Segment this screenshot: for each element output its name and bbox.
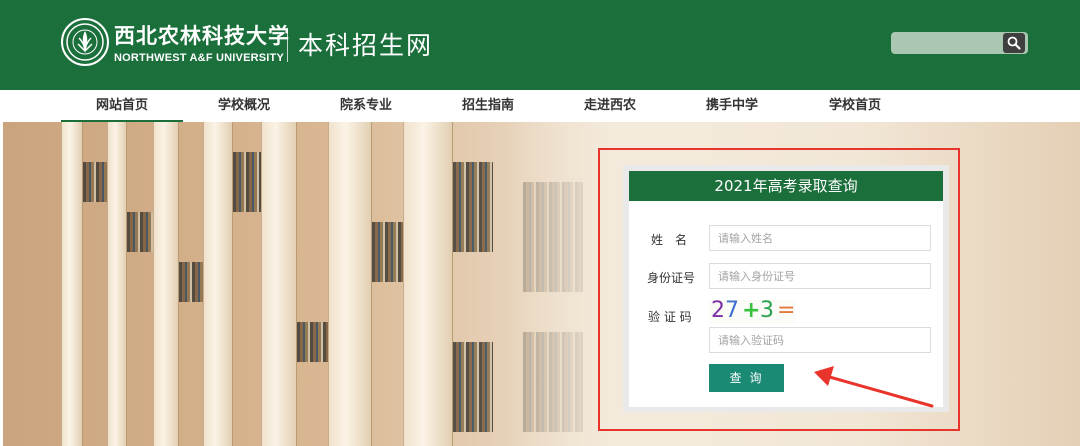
nav-item-about[interactable]: 学校概况 — [205, 90, 283, 122]
books — [453, 342, 493, 432]
main-nav: 网站首页 学校概况 院系专业 招生指南 走进西农 携手中学 学校首页 — [0, 90, 1080, 122]
captcha-input[interactable] — [709, 327, 931, 353]
annotation-arrow-icon — [814, 366, 934, 408]
name-input[interactable] — [709, 225, 931, 251]
captcha-glyph: 3 — [760, 300, 774, 323]
books — [453, 162, 493, 252]
nav-item-high-schools[interactable]: 携手中学 — [693, 90, 771, 122]
books — [297, 322, 328, 362]
books — [83, 162, 107, 202]
search-icon — [1007, 36, 1021, 50]
nav-item-departments[interactable]: 院系专业 — [327, 90, 405, 122]
bookshelf — [61, 122, 83, 446]
bookshelf — [107, 122, 127, 446]
id-number-input[interactable] — [709, 263, 931, 289]
bookshelf — [261, 122, 297, 446]
university-name-cn: 西北农林科技大学 — [114, 23, 290, 48]
books — [372, 222, 403, 282]
logo-divider — [287, 28, 288, 62]
nav-item-university-home[interactable]: 学校首页 — [816, 90, 894, 122]
name-label: 姓 名 — [651, 233, 688, 247]
nav-item-explore[interactable]: 走进西农 — [571, 90, 649, 122]
bookshelf — [153, 122, 179, 446]
captcha-glyph: 2 — [711, 300, 725, 323]
captcha-image[interactable]: 2 7 + 3 = — [709, 300, 795, 324]
search-input[interactable] — [891, 32, 1001, 54]
search-button[interactable] — [1003, 33, 1025, 53]
books — [233, 152, 261, 212]
bookshelf — [203, 122, 233, 446]
captcha-glyph: = — [777, 300, 795, 323]
captcha-glyph: + — [742, 300, 761, 323]
query-button[interactable]: 查询 — [709, 364, 784, 392]
university-seal-icon[interactable] — [61, 18, 109, 66]
nav-item-admissions-guide[interactable]: 招生指南 — [449, 90, 527, 122]
query-panel-title: 2021年高考录取查询 — [629, 171, 943, 201]
nav-item-home[interactable]: 网站首页 — [61, 90, 183, 122]
site-name: 本科招生网 — [298, 31, 434, 60]
books — [179, 262, 203, 302]
id-label: 身份证号 — [647, 271, 696, 285]
bookshelf — [328, 122, 372, 446]
books — [127, 212, 153, 252]
captcha-label: 验 证 码 — [648, 310, 692, 324]
captcha-glyph: 7 — [725, 300, 739, 323]
bookshelf — [403, 122, 453, 446]
university-name-en: NORTHWEST A&F UNIVERSITY — [114, 52, 285, 64]
site-header: 西北农林科技大学 NORTHWEST A&F UNIVERSITY 本科招生网 — [0, 0, 1080, 90]
